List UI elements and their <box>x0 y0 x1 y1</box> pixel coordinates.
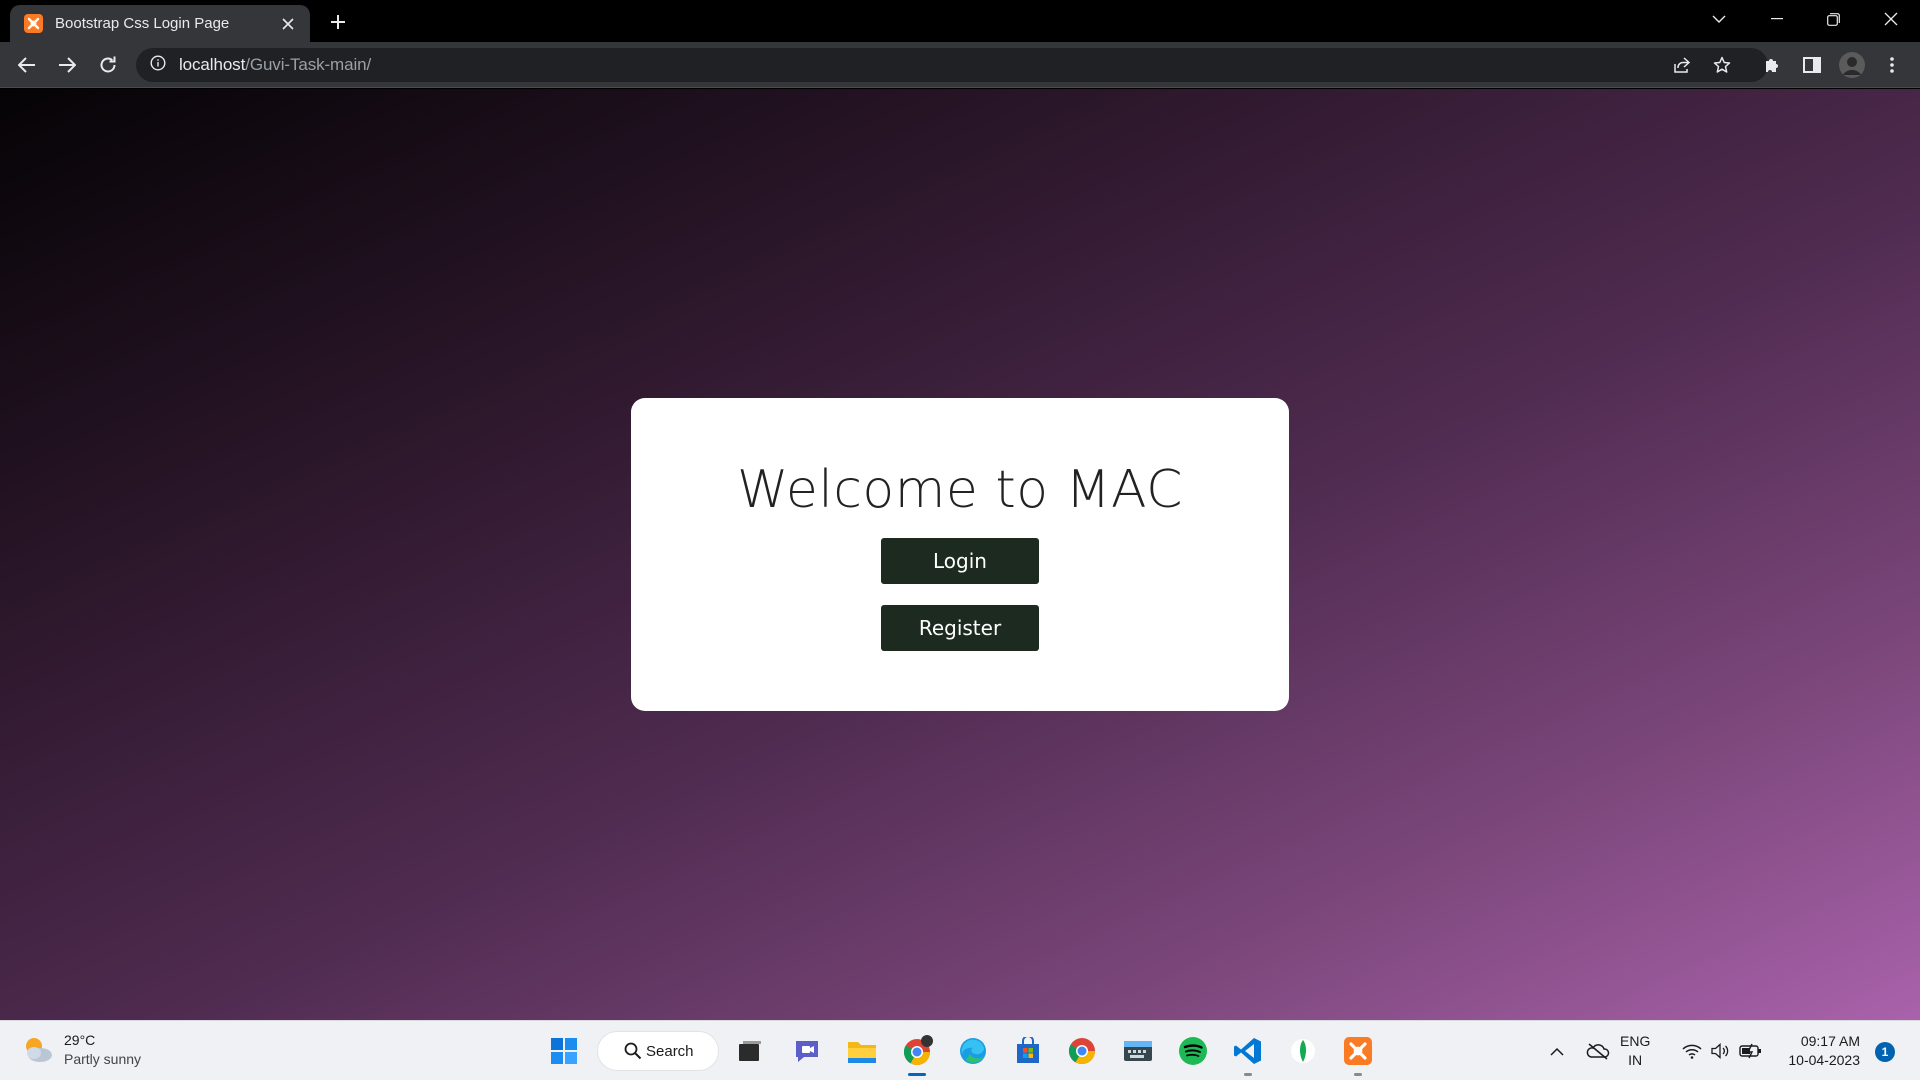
search-icon <box>624 1042 642 1060</box>
url-host: localhost <box>179 55 246 74</box>
tab-search-chevron-icon[interactable] <box>1690 0 1748 38</box>
clock-time: 09:17 AM <box>1800 1033 1860 1049</box>
reload-button[interactable] <box>92 49 124 81</box>
browser-menu-icon[interactable] <box>1876 49 1908 81</box>
volume-icon[interactable] <box>1708 1021 1732 1080</box>
side-panel-icon[interactable] <box>1796 49 1828 81</box>
clock-date: 10-04-2023 <box>1788 1052 1860 1068</box>
page-title: Welcome to MAC <box>737 460 1183 520</box>
battery-charging-icon[interactable] <box>1738 1021 1764 1080</box>
search-label: Search <box>646 1042 694 1060</box>
wifi-icon[interactable] <box>1680 1021 1704 1080</box>
page-viewport: Welcome to MAC Login Register <box>0 89 1920 1020</box>
xampp-taskbar-icon[interactable] <box>1340 1033 1376 1069</box>
open-app-indicator <box>1244 1073 1252 1076</box>
close-window-button[interactable] <box>1862 0 1920 38</box>
browser-tab[interactable]: Bootstrap Css Login Page <box>10 5 310 42</box>
onedrive-offline-icon[interactable] <box>1584 1021 1612 1080</box>
notification-badge[interactable]: 1 <box>1875 1042 1895 1062</box>
weather-description: Partly sunny <box>64 1051 142 1067</box>
chrome-icon[interactable] <box>1064 1033 1100 1069</box>
minimize-button[interactable] <box>1748 0 1806 38</box>
share-icon[interactable] <box>1667 50 1697 80</box>
address-bar[interactable]: localhost/Guvi-Task-main/ <box>136 48 1768 82</box>
profile-avatar[interactable] <box>1836 49 1868 81</box>
active-app-indicator <box>908 1073 926 1076</box>
welcome-card: Welcome to MAC Login Register <box>631 398 1289 711</box>
url-text: localhost/Guvi-Task-main/ <box>179 55 371 75</box>
tab-title: Bootstrap Css Login Page <box>55 15 230 32</box>
back-button[interactable] <box>11 49 43 81</box>
site-info-icon[interactable] <box>150 54 166 76</box>
vscode-icon[interactable] <box>1230 1033 1266 1069</box>
windows-start-icon[interactable] <box>546 1033 582 1069</box>
weather-temperature: 29°C <box>64 1032 96 1048</box>
chrome-profile-icon[interactable] <box>900 1033 936 1069</box>
region-code: IN <box>1628 1052 1643 1068</box>
show-hidden-icons-chevron-icon[interactable] <box>1546 1021 1568 1080</box>
tab-close-icon[interactable] <box>278 14 298 34</box>
edge-icon[interactable] <box>955 1033 991 1069</box>
mongodb-compass-icon[interactable] <box>1285 1033 1321 1069</box>
extensions-puzzle-icon[interactable] <box>1756 49 1788 81</box>
keyboard-app-icon[interactable] <box>1120 1033 1156 1069</box>
taskbar-search[interactable]: Search <box>597 1031 719 1071</box>
browser-toolbar: localhost/Guvi-Task-main/ <box>0 42 1920 88</box>
language-code: ENG <box>1620 1033 1651 1049</box>
language-indicator[interactable]: ENG IN <box>1620 1032 1650 1070</box>
bookmark-star-icon[interactable] <box>1707 50 1737 80</box>
microsoft-store-icon[interactable] <box>1010 1033 1046 1069</box>
clock[interactable]: 09:17 AM 10-04-2023 <box>1778 1032 1860 1070</box>
weather-widget[interactable]: 29°C Partly sunny <box>20 1031 141 1069</box>
open-app-indicator <box>1354 1073 1362 1076</box>
restore-button[interactable] <box>1804 0 1862 38</box>
task-view-icon[interactable] <box>732 1033 768 1069</box>
browser-tab-strip: Bootstrap Css Login Page <box>0 0 1920 42</box>
url-path: /Guvi-Task-main/ <box>245 55 372 74</box>
spotify-icon[interactable] <box>1175 1033 1211 1069</box>
forward-button[interactable] <box>51 49 83 81</box>
login-button[interactable]: Login <box>881 538 1039 584</box>
register-button[interactable]: Register <box>881 605 1039 651</box>
xampp-icon <box>24 14 43 33</box>
partly-sunny-icon <box>20 1033 54 1067</box>
file-explorer-icon[interactable] <box>844 1033 880 1069</box>
new-tab-button[interactable] <box>324 8 352 36</box>
windows-taskbar: 29°C Partly sunny Search ENG IN 09:17 AM… <box>0 1020 1920 1080</box>
teams-chat-icon[interactable] <box>789 1033 825 1069</box>
